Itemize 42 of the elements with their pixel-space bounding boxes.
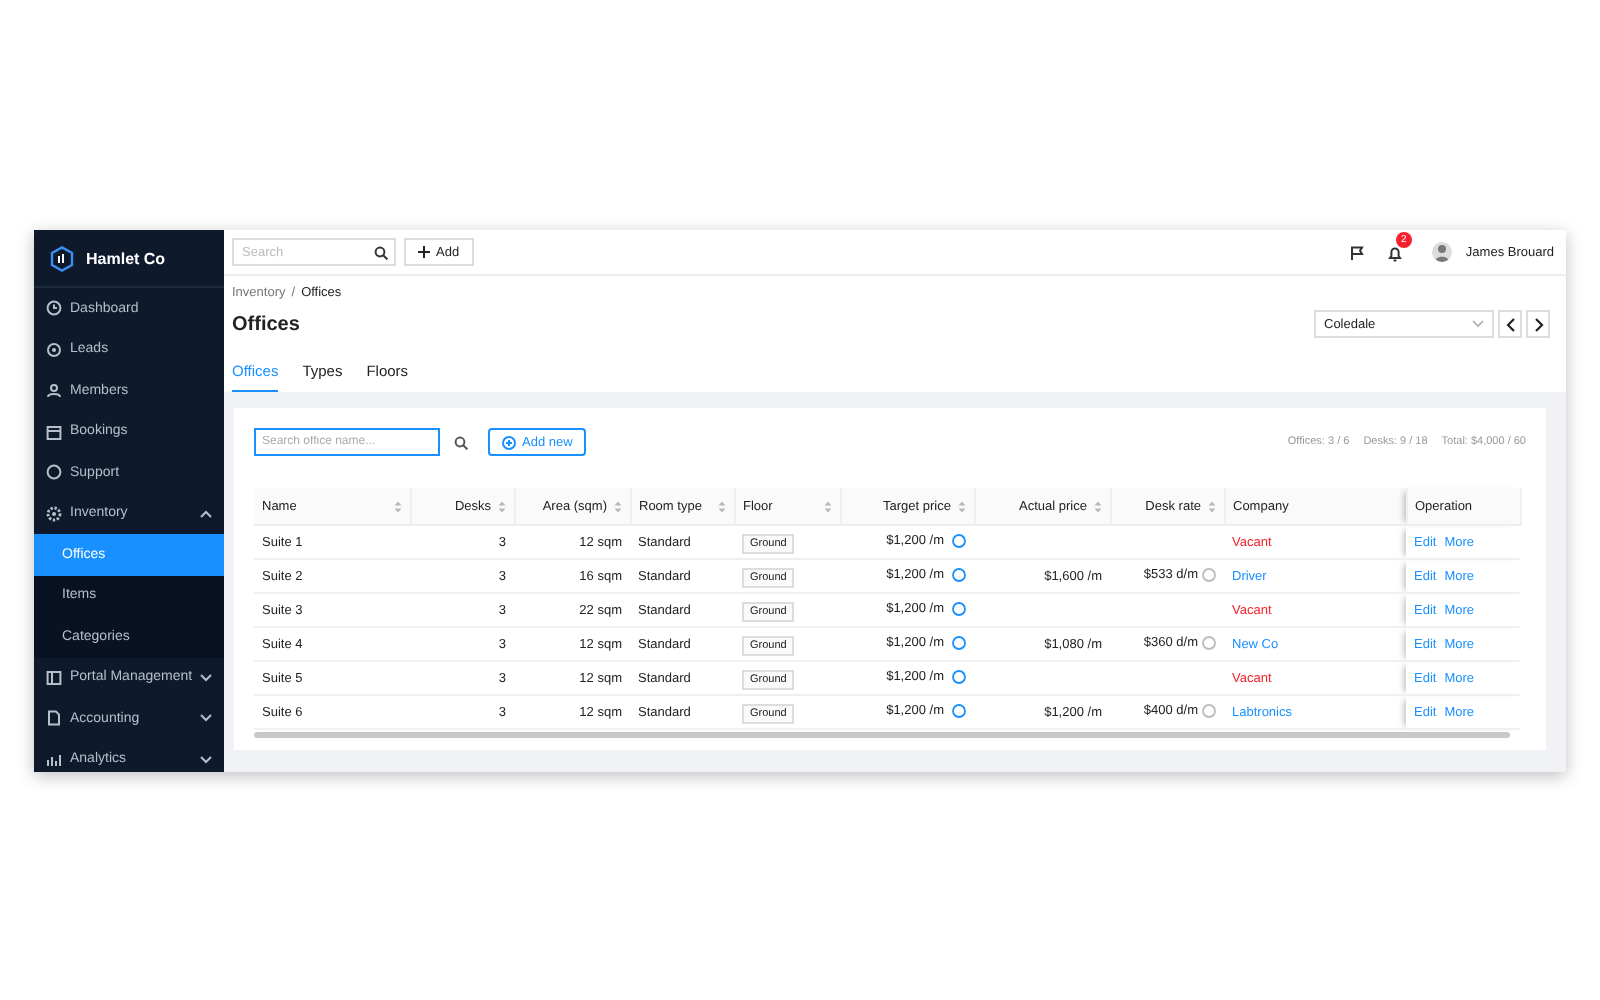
chevron-left-icon	[1505, 317, 1515, 331]
people-icon	[46, 382, 62, 399]
avatar	[1431, 242, 1452, 262]
sort-icon	[497, 499, 505, 513]
sort-icon	[823, 499, 831, 513]
calendar-icon	[46, 423, 62, 440]
info-icon	[952, 602, 966, 617]
brand-name: Hamlet Co	[86, 249, 166, 267]
plus-icon	[418, 246, 430, 258]
flag-icon	[1349, 245, 1364, 259]
sort-icon	[1207, 499, 1215, 513]
search-icon	[453, 435, 467, 449]
info-icon	[952, 636, 966, 651]
chevron-right-icon	[1533, 317, 1543, 331]
info-icon	[952, 568, 966, 583]
info-icon	[952, 670, 966, 685]
info-icon	[952, 534, 966, 549]
previous-button[interactable]	[1498, 310, 1522, 338]
sort-icon	[613, 499, 621, 513]
next-button[interactable]	[1526, 310, 1550, 338]
window-icon	[46, 669, 62, 686]
page-title: Offices	[232, 313, 300, 335]
info-icon	[1202, 568, 1216, 583]
info-icon	[1202, 704, 1216, 719]
sort-icon	[957, 499, 965, 513]
chart-icon	[46, 751, 62, 768]
plus-circle-icon	[502, 435, 516, 449]
sort-icon	[1093, 499, 1101, 513]
scrollbar[interactable]	[254, 732, 1510, 738]
info-icon	[952, 704, 966, 719]
sort-icon	[393, 499, 401, 513]
bell-icon	[1387, 246, 1402, 262]
circle-icon	[46, 464, 62, 481]
logo-icon	[50, 245, 74, 271]
search-icon	[374, 245, 388, 259]
sort-icon	[717, 499, 725, 513]
clock-icon	[46, 300, 62, 317]
document-icon	[46, 710, 62, 727]
gear-icon	[46, 505, 62, 522]
info-icon	[1202, 636, 1216, 651]
target-icon	[46, 341, 62, 358]
chevron-down-icon	[1472, 320, 1484, 328]
